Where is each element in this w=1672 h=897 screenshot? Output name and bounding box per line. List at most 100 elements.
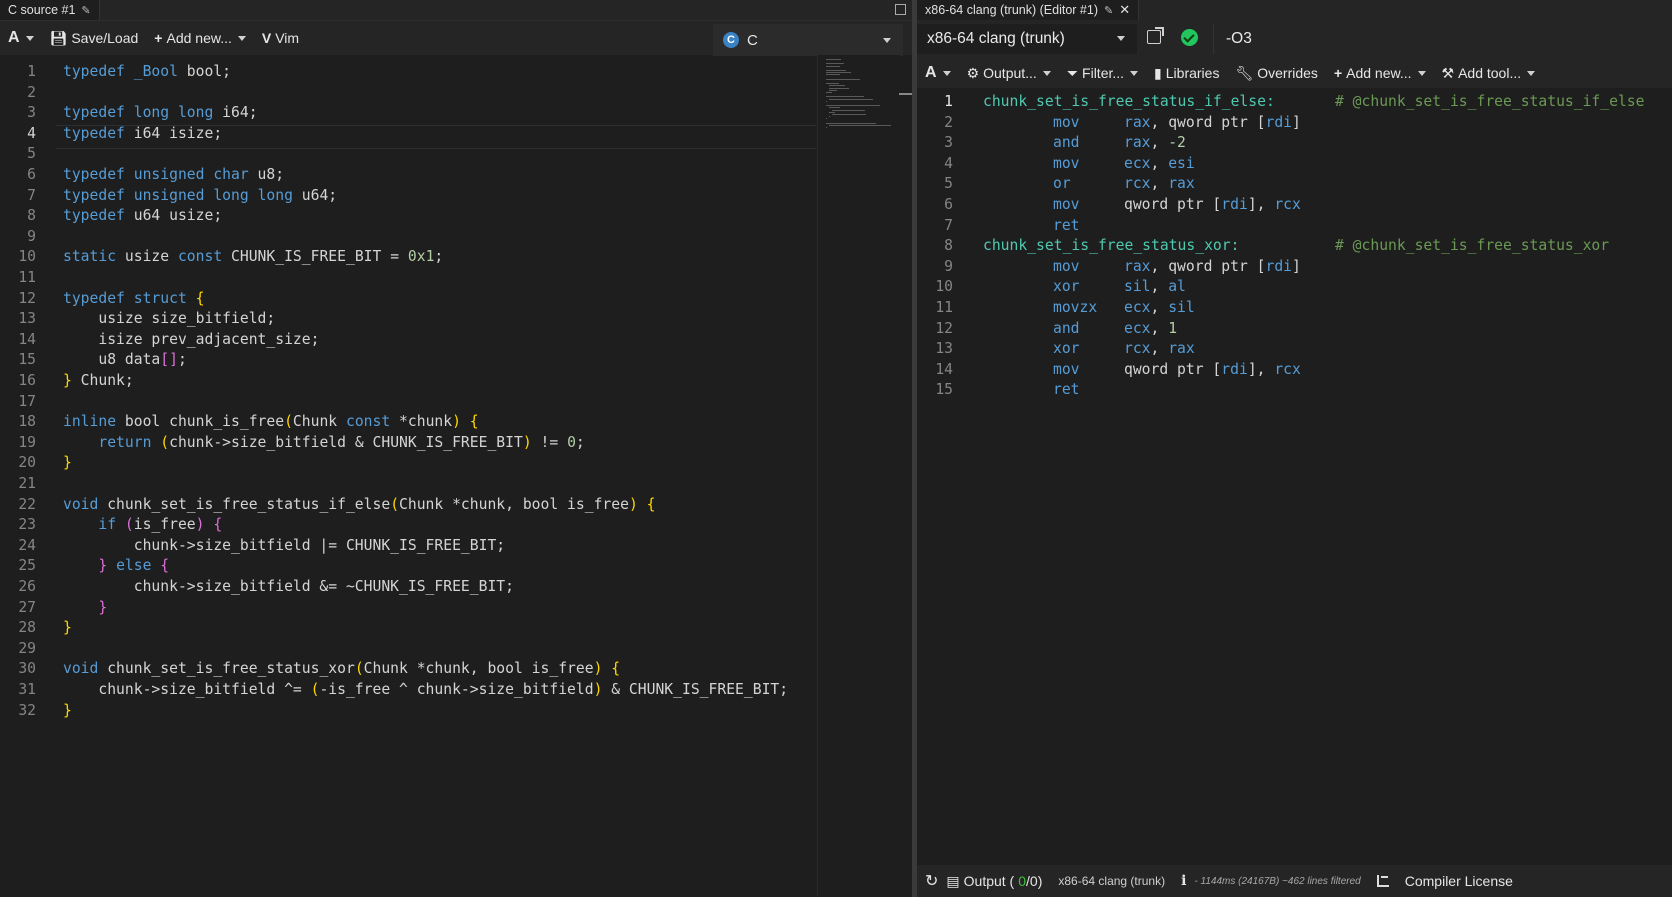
font-size-button[interactable]: A [917,58,959,88]
add-tool-button[interactable]: ⚒ Add tool... [1434,58,1544,88]
source-line[interactable]: 19 return (chunk->size_bitfield & CHUNK_… [0,432,815,454]
source-line[interactable]: 11 [0,267,815,289]
source-line[interactable]: 5 [0,143,815,165]
asm-line[interactable]: 3 and rax, -2 [917,132,1672,154]
rename-pencil-icon[interactable]: ✎ [81,4,90,17]
source-line[interactable]: 3 typedef long long i64; [0,102,815,124]
source-line[interactable]: 30 void chunk_set_is_free_status_xor(Chun… [0,658,815,680]
line-number: 11 [18,269,36,286]
compiler-flags-input[interactable]: -O3 [1213,24,1672,54]
line-number: 22 [18,495,36,513]
line-number: 16 [18,372,36,389]
compiler-tab[interactable]: x86-64 clang (trunk) (Editor #1) ✎ ✕ [917,0,1140,20]
source-line[interactable]: 31 chunk->size_bitfield ^= (-is_free ^ c… [0,679,815,701]
line-text: chunk->size_bitfield &= ~CHUNK_IS_FREE_B… [63,578,514,595]
line-text: usize size_bitfield; [63,310,276,328]
asm-line[interactable]: 8 chunk_set_is_free_status_xor: # @chunk_s… [917,235,1672,257]
source-line[interactable]: 10 static usize const CHUNK_IS_FREE_BIT =… [0,246,815,268]
source-line[interactable]: 4 typedef i64 isize; [0,123,815,145]
asm-line[interactable]: 12 and ecx, 1 [917,318,1672,340]
source-line[interactable]: 29 [0,638,815,660]
source-line[interactable]: 27 } [0,597,815,619]
source-line[interactable]: 26 chunk->size_bitfield &= ~CHUNK_IS_FRE… [0,576,815,598]
line-number: 19 [18,433,36,451]
asm-line[interactable]: 4 mov ecx, esi [917,153,1672,175]
output-options-button[interactable]: ⚙ Output... [959,58,1059,88]
source-line[interactable]: 24 chunk->size_bitfield |= CHUNK_IS_FREE… [0,535,815,557]
source-line[interactable]: 14 isize prev_adjacent_size; [0,329,815,351]
compiler-status-bar: ↻ ▤ Output (0/0) x86-64 clang (trunk) i … [917,865,1672,897]
line-text: typedef struct { [63,289,205,307]
source-line[interactable]: 16} Chunk; [0,370,815,392]
asm-line[interactable]: 1 chunk_set_is_free_status_if_else: # @chu… [917,91,1672,113]
compiler-license-link[interactable]: Compiler License [1397,865,1521,897]
asm-label: chunk_set_is_free_status_xor: [983,237,1240,255]
line-number: 20 [18,454,36,472]
source-line[interactable]: 18 inline bool chunk_is_free(Chunk const … [0,411,815,433]
refresh-icon[interactable]: ↻ [917,865,946,897]
source-line[interactable]: 9 [0,226,815,248]
assembly-output[interactable]: 1 chunk_set_is_free_status_if_else: # @chu… [917,91,1672,791]
source-line[interactable]: 25 } else { [0,555,815,577]
asm-line[interactable]: 5 or rcx, rax [917,173,1672,195]
line-text: } [63,701,72,719]
source-line[interactable]: 21 [0,473,815,495]
source-line[interactable]: 17 [0,391,815,413]
asm-line[interactable]: 7 ret [917,215,1672,237]
minimap-line [828,87,849,89]
info-icon[interactable]: i [1173,865,1194,897]
source-line[interactable]: 28} [0,617,815,639]
source-tab[interactable]: C source #1 ✎ [0,0,100,20]
source-line[interactable]: 23 if (is_free) { [0,514,815,536]
rename-pencil-icon[interactable]: ✎ [1104,4,1113,17]
line-number: 30 [18,660,36,678]
source-line[interactable]: 2 [0,82,815,104]
source-line[interactable]: 13 usize size_bitfield; [0,308,815,330]
source-line[interactable]: 1 typedef _Bool bool; [0,61,815,83]
source-code-editor[interactable]: 1 typedef _Bool bool; 2 3 typedef long long … [0,61,815,861]
source-line[interactable]: 20} [0,452,815,474]
save-load-button[interactable]: 💾︎ Save/Load [42,21,147,55]
asm-line[interactable]: 11 movzx ecx, sil [917,297,1672,319]
line-text: typedef long long i64; [63,104,258,122]
asm-line[interactable]: 14 mov qword ptr [rdi], rcx [917,359,1672,381]
compiler-select[interactable]: x86-64 clang (trunk) [917,24,1137,54]
minimap[interactable] [817,55,900,897]
overrides-button[interactable]: 🔧︎ Overrides [1227,58,1325,88]
maximize-icon[interactable] [895,4,906,15]
add-new-button[interactable]: + Add new... [146,21,254,55]
source-line[interactable]: 32} [0,700,815,722]
asm-instruction: xor [1053,278,1080,296]
save-icon: 💾︎ [49,29,68,46]
vim-toggle-button[interactable]: V Vim [254,21,307,55]
asm-line[interactable]: 2 mov rax, qword ptr [rdi] [917,112,1672,134]
scrollbar-thumb[interactable] [899,93,912,95]
asm-operands: rax, qword ptr [rdi] [1124,257,1301,275]
font-size-button[interactable]: A [0,21,42,55]
libraries-button[interactable]: ▮ Libraries [1146,58,1227,88]
asm-line[interactable]: 15 ret [917,379,1672,401]
source-tabbar: C source #1 ✎ [0,0,912,21]
source-line[interactable]: 7 typedef unsigned long long u64; [0,185,815,207]
output-button[interactable]: ▤ Output (0/0) [946,865,1050,897]
source-line[interactable]: 6 typedef unsigned char u8; [0,164,815,186]
source-line[interactable]: 12 typedef struct { [0,288,815,310]
source-line[interactable]: 15 u8 data[]; [0,349,815,371]
minimap-line [826,70,846,71]
asm-comment: # @chunk_set_is_free_status_if_else [1335,93,1645,110]
minimap-line [826,96,864,98]
add-new-pane-button[interactable]: + Add new... [1326,58,1434,88]
filter-button[interactable]: ⏷ Filter... [1059,58,1146,88]
close-icon[interactable]: ✕ [1119,2,1130,18]
chart-icon[interactable] [1369,865,1397,897]
asm-line[interactable]: 13 xor rcx, rax [917,338,1672,360]
language-select[interactable]: C C [713,24,903,56]
popout-icon[interactable] [1147,27,1164,44]
asm-line[interactable]: 10 xor sil, al [917,276,1672,298]
line-text: if (is_free) { [98,516,223,534]
asm-line[interactable]: 9 mov rax, qword ptr [rdi] [917,256,1672,278]
asm-line[interactable]: 6 mov qword ptr [rdi], rcx [917,194,1672,216]
compiler-tab-title: x86-64 clang (trunk) (Editor #1) [925,3,1098,17]
source-line[interactable]: 8 typedef u64 usize; [0,205,815,227]
source-line[interactable]: 22 void chunk_set_is_free_status_if_else(… [0,494,815,516]
